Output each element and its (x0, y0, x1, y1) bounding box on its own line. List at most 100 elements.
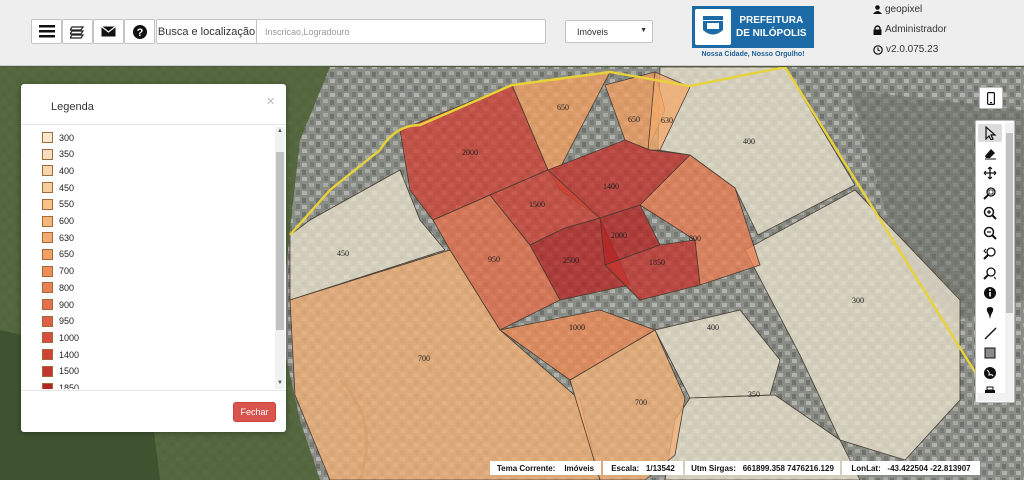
scroll-up-icon[interactable]: ▲ (277, 128, 283, 134)
globe-icon (984, 367, 996, 379)
zoom-out-icon (983, 226, 997, 240)
logo-slogan: Nossa Cidade, Nosso Orgulho! (701, 51, 805, 58)
zoom-next-icon (983, 267, 997, 280)
legend-item: 650 (42, 248, 75, 260)
legend-swatch (42, 182, 53, 194)
zone-label: 1850 (649, 258, 665, 267)
utm-value: 661899.358 7476216.129 (742, 463, 834, 473)
close-icon[interactable]: × (266, 93, 275, 110)
legend-item-label: 300 (59, 132, 75, 143)
scroll-thumb[interactable] (1006, 133, 1013, 313)
map-tool-button[interactable] (978, 224, 1002, 242)
legend-list[interactable]: 300 350 400 450 550 600 630 650 700 800 900 950 1000… (21, 127, 286, 389)
legend-item: 1850 (42, 382, 80, 389)
zoom-previous-icon (983, 247, 996, 260)
close-button[interactable]: Fechar (233, 402, 276, 422)
tema-label: Tema Corrente: (496, 463, 556, 473)
zone-label: 400 (707, 323, 719, 332)
map-tool-button[interactable] (978, 324, 1002, 342)
map-tool-button[interactable] (978, 164, 1002, 182)
legend-swatch (42, 165, 53, 177)
legend-item: 550 (42, 198, 74, 210)
status-utm: Utm Sirgas: 661899.358 7476216.129 (685, 461, 840, 475)
legend-swatch (42, 232, 53, 244)
legend-swatch (42, 148, 53, 160)
legend-swatch (42, 282, 53, 294)
map-tool-button[interactable] (978, 264, 1002, 282)
zone-label: 2500 (563, 256, 579, 265)
search-input[interactable] (256, 19, 546, 44)
map-tool-button[interactable] (978, 204, 1002, 222)
select-pointer-icon (985, 126, 997, 140)
map-tool-button[interactable] (978, 244, 1002, 262)
legend-swatch (42, 349, 53, 361)
legend-item: 700 (42, 265, 75, 277)
legend-item-label: 950 (59, 316, 75, 327)
legend-item-label: 1850 (59, 383, 80, 389)
full-extent-icon (983, 166, 997, 180)
zoom-box-icon (983, 187, 996, 200)
legend-swatch (42, 248, 53, 260)
divider (21, 390, 286, 391)
zone-label: 400 (743, 137, 755, 146)
toolbar-scrollbar[interactable] (1005, 123, 1014, 402)
legend-item-label: 700 (59, 266, 75, 277)
zone-label: 800 (689, 234, 701, 243)
legend-item: 300 (42, 132, 74, 143)
menu-button[interactable] (31, 19, 62, 44)
legend-swatch (42, 382, 53, 389)
zone-label: 950 (488, 255, 500, 264)
user-name: geopixel (885, 4, 923, 15)
legend-item: 1000 (42, 332, 79, 344)
legend-swatch (42, 198, 53, 210)
utm-label: Utm Sirgas: (691, 463, 737, 473)
map-tool-button[interactable] (978, 184, 1002, 202)
legend-scrollbar[interactable]: ▲ ▼ (275, 127, 285, 389)
top-header: ? Busca e localização Imóveis ▼ PREFEITU… (0, 0, 1024, 66)
envelope-icon (101, 26, 116, 37)
hamburger-menu-icon (38, 25, 55, 38)
status-tema: Tema Corrente: Imóveis (490, 461, 601, 475)
legend-item-label: 350 (59, 149, 75, 160)
marker-icon (986, 307, 994, 319)
legend-item-label: 800 (59, 282, 75, 293)
zone-label: 1400 (603, 182, 619, 191)
lonlat-value: -43.422504 -22.813907 (887, 463, 971, 473)
help-button[interactable]: ? (124, 19, 155, 44)
legend-swatch (42, 299, 53, 310)
zone-label: 650 (557, 103, 569, 112)
dropdown-caret-icon: ▼ (640, 27, 647, 34)
clock-icon (873, 44, 883, 55)
map-tool-button[interactable] (978, 284, 1002, 302)
legend-item: 950 (42, 315, 75, 327)
legend-swatch (42, 332, 53, 344)
legend-swatch (42, 215, 53, 227)
zone-label: 1000 (569, 323, 585, 332)
map-tool-button[interactable] (978, 124, 1002, 142)
legend-item: 600 (42, 215, 74, 227)
map-tool-button[interactable] (978, 364, 1002, 382)
scroll-thumb[interactable] (276, 152, 284, 330)
layers-button[interactable] (62, 19, 93, 44)
legend-item-label: 650 (59, 249, 75, 260)
zone-label: 2000 (611, 231, 627, 240)
toolbar-hscrollbar[interactable] (977, 393, 1005, 401)
user-info: geopixel (873, 4, 922, 15)
mail-button[interactable] (93, 19, 124, 44)
info-icon (984, 287, 996, 299)
legend-item-label: 630 (59, 232, 75, 243)
map-tool-button[interactable] (978, 304, 1002, 322)
layer-select[interactable]: Imóveis ▼ (565, 20, 653, 43)
lonlat-label: LonLat: (851, 463, 881, 473)
map-tool-button[interactable] (978, 144, 1002, 162)
mobile-view-button[interactable] (979, 87, 1003, 109)
scroll-down-icon[interactable]: ▼ (277, 380, 283, 386)
legend-swatch (42, 315, 53, 327)
zone-label: 2000 (462, 148, 478, 157)
logo-line1: PREFEITURA (739, 15, 804, 26)
mobile-phone-icon (987, 91, 995, 105)
legend-swatch (42, 132, 53, 143)
legend-item: 900 (42, 299, 74, 310)
map-tool-button[interactable] (978, 344, 1002, 362)
role-info: Administrador (873, 24, 947, 35)
